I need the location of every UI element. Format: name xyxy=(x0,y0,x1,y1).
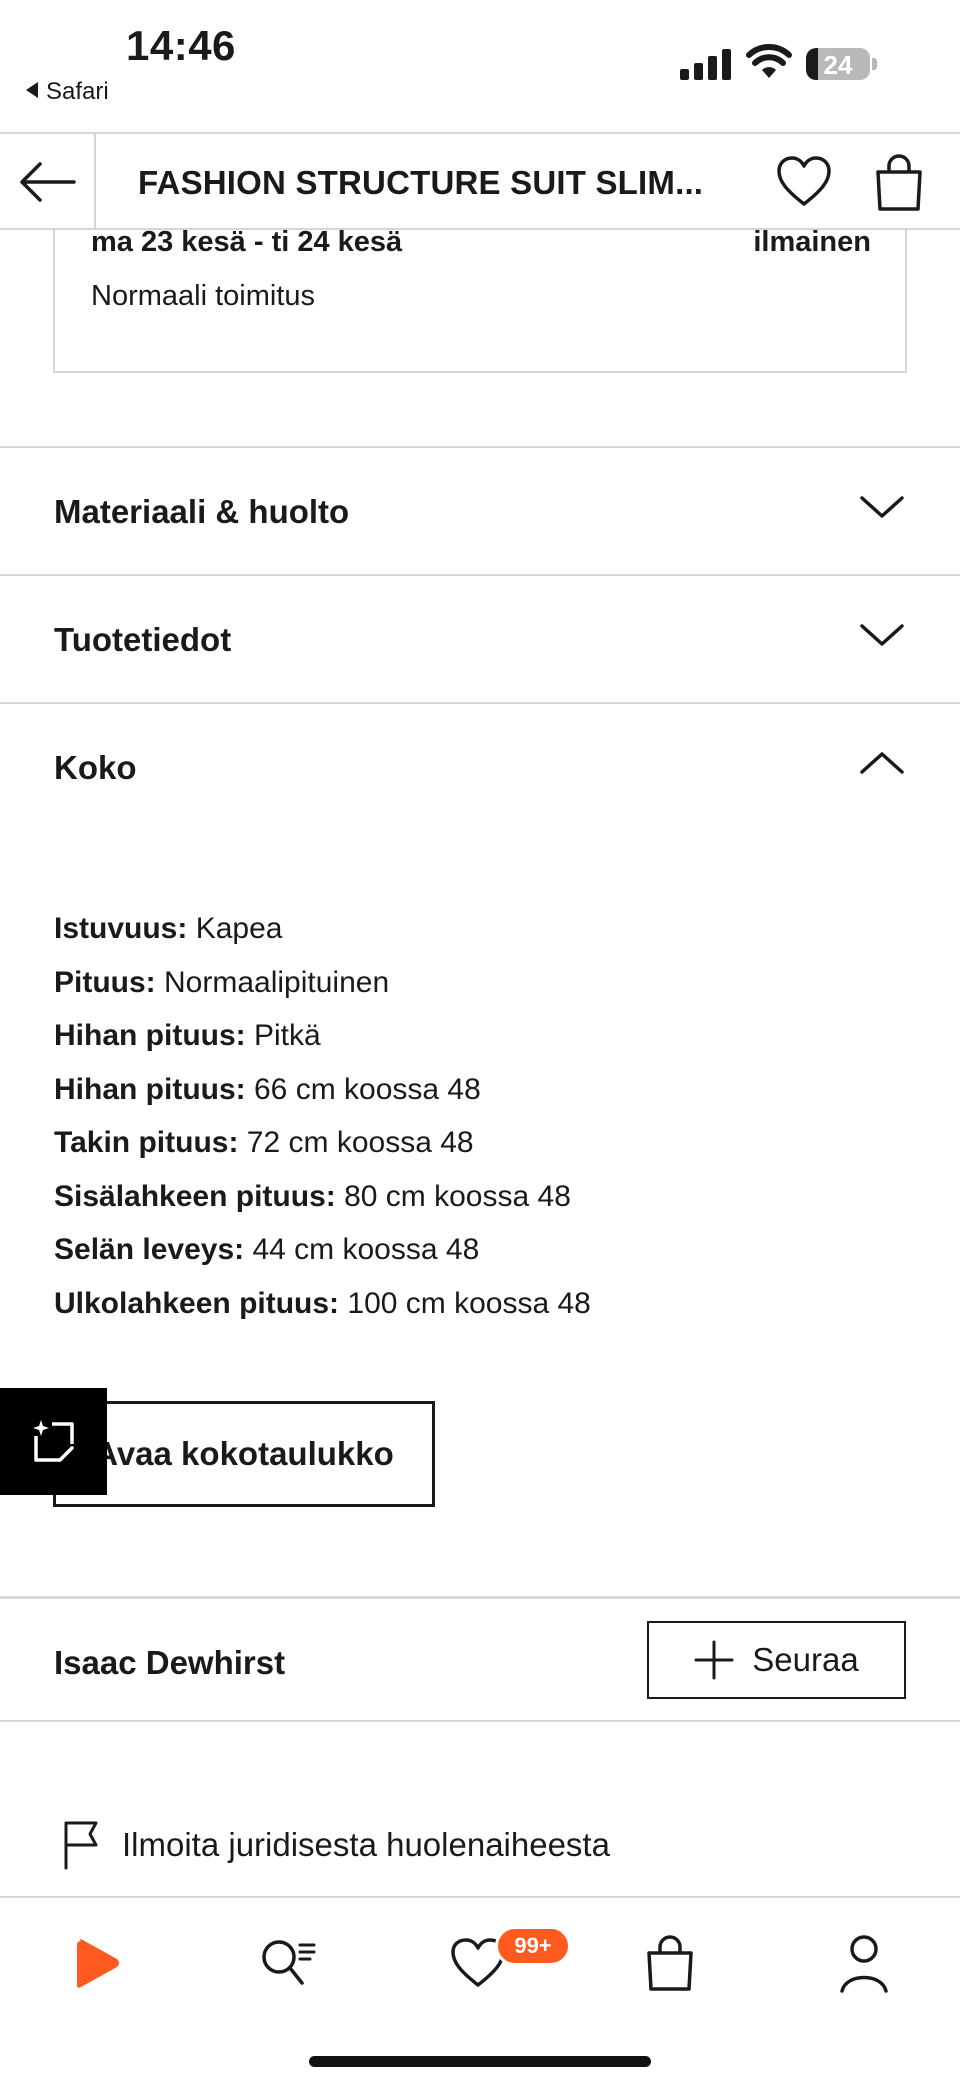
delivery-date: ma 23 kesä - ti 24 kesä xyxy=(91,226,403,258)
brand-row: Isaac Dewhirst Seuraa xyxy=(0,1596,960,1722)
nav-profile[interactable] xyxy=(824,1928,904,1998)
size-detail-label: Istuvuus: xyxy=(54,912,188,945)
shopping-bag-icon[interactable] xyxy=(874,152,924,212)
chevron-up-icon xyxy=(860,752,904,774)
bag-icon xyxy=(647,1935,693,1991)
status-time: 14:46 xyxy=(126,22,236,69)
report-legal-concern-link[interactable]: Ilmoita juridisesta huolenaiheesta xyxy=(62,1820,610,1870)
battery-indicator: 24 xyxy=(806,48,870,80)
flag-icon xyxy=(64,1821,98,1870)
feedback-tab[interactable] xyxy=(0,1388,107,1495)
report-label: Ilmoita juridisesta huolenaiheesta xyxy=(122,1826,610,1863)
home-icon xyxy=(77,1939,119,1988)
cellular-signal-icon xyxy=(680,48,732,80)
size-detail-row: Sisälahkeen pituus: 80 cm koossa 48 xyxy=(54,1180,591,1234)
size-detail-value: 66 cm koossa 48 xyxy=(254,1072,481,1106)
back-triangle-icon xyxy=(26,82,38,98)
size-detail-value: 80 cm koossa 48 xyxy=(344,1179,571,1213)
back-button[interactable] xyxy=(0,134,96,230)
follow-label: Seuraa xyxy=(752,1641,859,1678)
heart-icon[interactable] xyxy=(776,154,832,210)
size-detail-label: Sisälahkeen pituus: xyxy=(54,1179,336,1213)
size-detail-row: Hihan pituus: 66 cm koossa 48 xyxy=(54,1073,591,1127)
wishlist-count-badge: 99+ xyxy=(495,1926,571,1966)
status-bar: 14:46 Safari 24 xyxy=(0,0,960,132)
accordion-size[interactable]: Koko xyxy=(0,702,960,830)
profile-icon xyxy=(840,1935,888,1993)
search-icon xyxy=(262,1940,316,1985)
size-detail-value: Kapea xyxy=(195,912,283,945)
arrow-left-icon xyxy=(20,162,76,202)
size-detail-row: Istuvuus: Kapea xyxy=(54,912,591,966)
back-app-label: Safari xyxy=(46,78,109,105)
size-detail-value: 100 cm koossa 48 xyxy=(347,1286,591,1320)
nav-bag[interactable] xyxy=(630,1928,710,1998)
app-header: FASHION STRUCTURE SUIT SLIM... xyxy=(0,132,960,230)
chevron-down-icon xyxy=(860,624,904,646)
page-title: FASHION STRUCTURE SUIT SLIM... xyxy=(138,164,704,201)
nav-search[interactable] xyxy=(248,1928,328,1998)
size-detail-label: Hihan pituus: xyxy=(54,1019,246,1052)
nav-home[interactable] xyxy=(57,1928,137,1998)
size-detail-row: Takin pituus: 72 cm koossa 48 xyxy=(54,1126,591,1180)
open-size-chart-button[interactable]: Avaa kokotaulukko xyxy=(53,1401,435,1507)
size-detail-value: Pitkä xyxy=(254,1019,321,1052)
size-detail-value: 72 cm koossa 48 xyxy=(246,1126,474,1159)
battery-tip xyxy=(872,58,877,70)
home-indicator xyxy=(309,2056,651,2067)
back-to-safari-link[interactable]: Safari xyxy=(26,78,109,106)
size-detail-value: Normaalipituinen xyxy=(164,965,390,999)
accordion-label: Materiaali & huolto xyxy=(54,493,350,530)
size-detail-label: Pituus: xyxy=(54,965,156,999)
size-detail-label: Hihan pituus: xyxy=(54,1072,246,1106)
size-detail-value: 44 cm koossa 48 xyxy=(252,1233,480,1266)
accordion-label: Koko xyxy=(54,749,137,786)
feedback-icon xyxy=(32,1419,74,1462)
size-detail-row: Selän leveys: 44 cm koossa 48 xyxy=(54,1233,591,1287)
accordion-label: Tuotetiedot xyxy=(54,621,232,658)
size-detail-row: Hihan pituus: Pitkä xyxy=(54,1019,591,1073)
bottom-navigation: 99+ xyxy=(0,1896,960,2081)
chevron-down-icon xyxy=(860,496,904,518)
accordion-product-info[interactable]: Tuotetiedot xyxy=(0,574,960,702)
size-details-list: Istuvuus: Kapea Pituus: Normaalipituinen… xyxy=(54,912,591,1340)
battery-percent: 24 xyxy=(823,50,853,80)
size-detail-label: Takin pituus: xyxy=(54,1126,239,1159)
wifi-icon xyxy=(746,44,792,78)
follow-brand-button[interactable]: Seuraa xyxy=(647,1621,906,1699)
size-detail-row: Pituus: Normaalipituinen xyxy=(54,966,591,1020)
delivery-price: ilmainen xyxy=(753,226,871,258)
delivery-type: Normaali toimitus xyxy=(91,280,315,312)
size-detail-label: Selän leveys: xyxy=(54,1233,245,1266)
plus-icon xyxy=(694,1640,734,1680)
brand-name[interactable]: Isaac Dewhirst xyxy=(54,1644,285,1682)
size-detail-label: Ulkolahkeen pituus: xyxy=(54,1286,340,1320)
accordion-material-care[interactable]: Materiaali & huolto xyxy=(0,446,960,574)
size-detail-row: Ulkolahkeen pituus: 100 cm koossa 48 xyxy=(54,1287,591,1341)
